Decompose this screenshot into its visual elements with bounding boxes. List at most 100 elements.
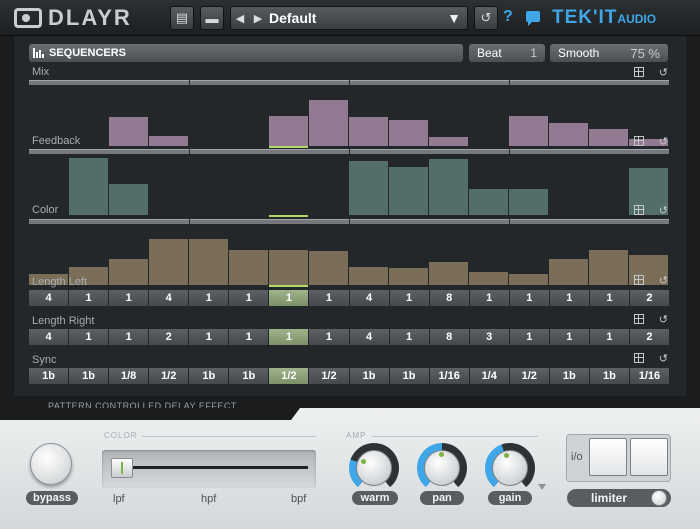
- grid-icon[interactable]: [634, 353, 644, 363]
- step-cell[interactable]: 1: [189, 290, 229, 306]
- lane-color[interactable]: [29, 219, 669, 287]
- step-cell[interactable]: 8: [429, 329, 469, 345]
- input-button[interactable]: [589, 438, 627, 476]
- lane-bar[interactable]: [429, 137, 468, 146]
- step-cell[interactable]: 1/2: [269, 368, 309, 384]
- lane-bar[interactable]: [589, 250, 628, 285]
- lane-bar[interactable]: [349, 267, 388, 285]
- reset-icon[interactable]: ↺: [659, 66, 668, 79]
- grid-icon[interactable]: [634, 205, 644, 215]
- step-cell[interactable]: 1: [589, 329, 629, 345]
- lane-bar[interactable]: [69, 158, 108, 215]
- chat-icon[interactable]: [526, 11, 540, 26]
- folder-button[interactable]: ▬: [200, 6, 224, 30]
- beat-control[interactable]: Beat 1: [469, 44, 545, 62]
- notebook-button[interactable]: ▤: [170, 6, 194, 30]
- step-cell[interactable]: 1/4: [469, 368, 509, 384]
- step-cell[interactable]: 1: [509, 329, 549, 345]
- step-cell[interactable]: 1: [269, 329, 309, 345]
- step-cell[interactable]: 1: [269, 290, 309, 306]
- step-cell[interactable]: 1: [229, 290, 269, 306]
- lane-bar[interactable]: [149, 136, 188, 146]
- lane-bar[interactable]: [349, 117, 388, 146]
- step-cell[interactable]: 8: [429, 290, 469, 306]
- chevron-left-icon[interactable]: ◀: [236, 12, 244, 25]
- reset-icon[interactable]: ↺: [659, 274, 668, 287]
- lane-bar[interactable]: [229, 250, 268, 285]
- lane-bar[interactable]: [469, 189, 508, 215]
- step-cell[interactable]: 1: [549, 329, 589, 345]
- step-cell[interactable]: 4: [349, 290, 389, 306]
- lane-bar[interactable]: [109, 259, 148, 285]
- gain-knob[interactable]: [485, 443, 535, 493]
- step-cell[interactable]: 1b: [229, 368, 269, 384]
- step-cell[interactable]: 1/2: [309, 368, 349, 384]
- lane-bar[interactable]: [509, 274, 548, 285]
- lane-bar[interactable]: [189, 239, 228, 285]
- lane-bar[interactable]: [109, 184, 148, 215]
- step-cell[interactable]: 1: [229, 329, 269, 345]
- step-cell[interactable]: 1b: [389, 368, 429, 384]
- reset-icon[interactable]: ↺: [659, 352, 668, 365]
- lane-bar[interactable]: [549, 259, 588, 285]
- step-cell[interactable]: 1/8: [109, 368, 149, 384]
- step-cell[interactable]: 4: [349, 329, 389, 345]
- lane-bar[interactable]: [589, 129, 628, 146]
- lane-bar[interactable]: [509, 189, 548, 215]
- step-cell[interactable]: 1: [389, 290, 429, 306]
- step-cell[interactable]: 1: [69, 290, 109, 306]
- step-cell[interactable]: 1b: [549, 368, 589, 384]
- reset-icon[interactable]: ↺: [659, 204, 668, 217]
- lane-feedback[interactable]: [29, 149, 669, 217]
- lane-bar[interactable]: [149, 239, 188, 285]
- lane-bar[interactable]: [269, 250, 308, 285]
- preset-selector[interactable]: ◀ ▶ Default ▼: [230, 6, 468, 30]
- lane-bar[interactable]: [309, 251, 348, 285]
- grid-icon[interactable]: [634, 67, 644, 77]
- step-cell[interactable]: 1: [309, 329, 349, 345]
- smooth-control[interactable]: Smooth 75 %: [550, 44, 668, 62]
- lane-bar[interactable]: [389, 167, 428, 215]
- step-cell[interactable]: 4: [149, 290, 189, 306]
- step-cell[interactable]: 1: [509, 290, 549, 306]
- triangle-down-icon[interactable]: [538, 484, 546, 490]
- lane-bar[interactable]: [469, 272, 508, 285]
- step-cell[interactable]: 4: [29, 329, 69, 345]
- grid-icon[interactable]: [634, 136, 644, 146]
- step-cell[interactable]: 1: [109, 329, 149, 345]
- step-cell[interactable]: 1b: [349, 368, 389, 384]
- reset-icon[interactable]: ↺: [659, 313, 668, 326]
- step-cell[interactable]: 1: [189, 329, 229, 345]
- chevron-right-icon[interactable]: ▶: [254, 12, 262, 25]
- pan-knob[interactable]: [417, 443, 467, 493]
- bypass-button[interactable]: [30, 443, 72, 485]
- step-cell[interactable]: 1: [69, 329, 109, 345]
- step-cell[interactable]: 1b: [69, 368, 109, 384]
- step-cell[interactable]: 1b: [29, 368, 69, 384]
- color-slider-thumb[interactable]: [111, 458, 133, 478]
- output-button[interactable]: [630, 438, 668, 476]
- limiter-knob[interactable]: [651, 490, 667, 506]
- lane-bar[interactable]: [309, 100, 348, 146]
- grid-icon[interactable]: [634, 314, 644, 324]
- color-slider-track[interactable]: [120, 466, 308, 469]
- triangle-down-icon[interactable]: ▼: [441, 10, 467, 26]
- reset-icon[interactable]: ↺: [659, 135, 668, 148]
- lane-bar[interactable]: [429, 159, 468, 215]
- step-cell[interactable]: 1/2: [149, 368, 189, 384]
- step-cell[interactable]: 1b: [189, 368, 229, 384]
- step-cell[interactable]: 1: [469, 290, 509, 306]
- help-icon[interactable]: ?: [503, 8, 513, 26]
- lane-mix[interactable]: [29, 80, 669, 148]
- lane-bar[interactable]: [389, 268, 428, 285]
- lane-bar[interactable]: [269, 116, 308, 146]
- lane-bar[interactable]: [349, 161, 388, 215]
- lane-bar[interactable]: [109, 117, 148, 146]
- step-cell[interactable]: 1: [549, 290, 589, 306]
- step-cell[interactable]: 1: [389, 329, 429, 345]
- step-cell[interactable]: 2: [629, 290, 669, 306]
- step-cell[interactable]: 4: [29, 290, 69, 306]
- lane-bar[interactable]: [389, 120, 428, 146]
- step-cell[interactable]: 3: [469, 329, 509, 345]
- step-cell[interactable]: 1: [589, 290, 629, 306]
